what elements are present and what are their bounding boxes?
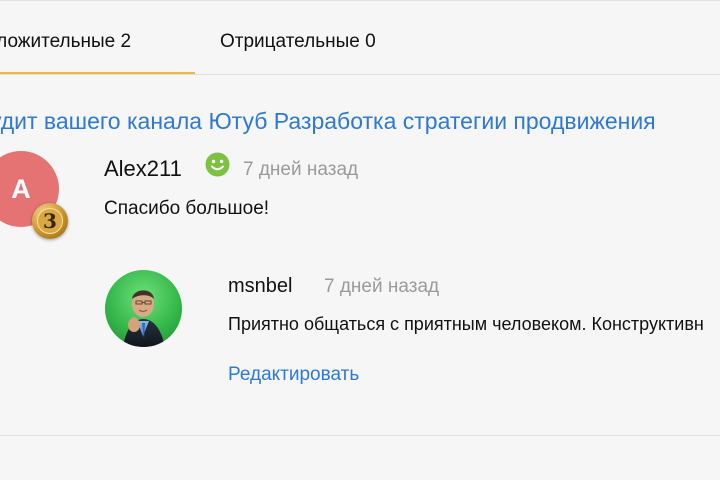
level-number: 3 [37, 208, 63, 234]
review-page: оложительные 2 Отрицательные 0 удит ваше… [0, 0, 720, 480]
review-tabs: оложительные 2 Отрицательные 0 [0, 0, 720, 75]
bottom-divider [0, 435, 720, 436]
seller-photo-icon [123, 290, 165, 347]
tab-positive-reviews[interactable]: оложительные 2 [0, 0, 195, 74]
seller-name[interactable]: msnbel [228, 270, 292, 302]
edit-reply-link[interactable]: Редактировать [228, 358, 359, 392]
level-badge: 3 [32, 203, 68, 239]
reply-text: Приятно общаться с приятным человеком. К… [228, 314, 704, 334]
review-time: 7 дней назад [243, 159, 359, 180]
service-title-link[interactable]: удит вашего канала Ютуб Разработка страт… [0, 103, 656, 139]
smile-icon [205, 152, 230, 177]
seller-avatar[interactable] [105, 270, 182, 347]
reply-time: 7 дней назад [324, 276, 440, 297]
tab-negative-reviews[interactable]: Отрицательные 0 [220, 0, 376, 74]
reviewer-name[interactable]: Alex211 [104, 152, 182, 186]
review-text: Спасибо большое! [104, 198, 270, 219]
